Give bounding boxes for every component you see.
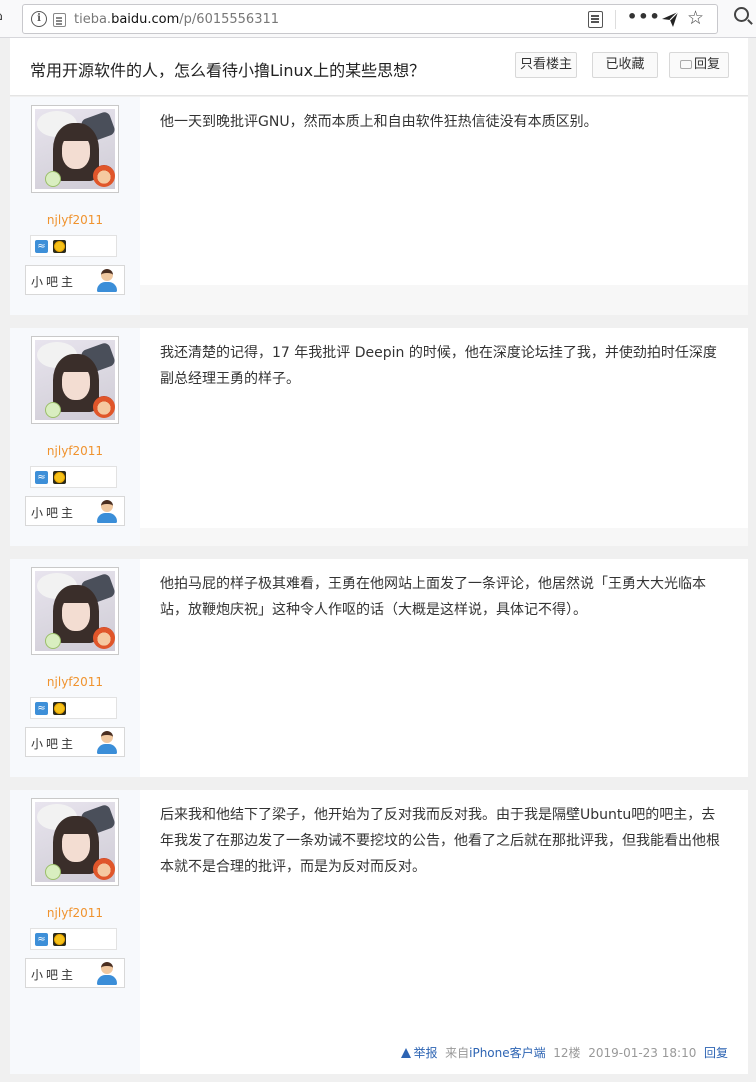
avatar[interactable] [31, 336, 119, 424]
reply-link[interactable]: 回复 [704, 1046, 728, 1060]
url-divider [615, 10, 616, 29]
post-datetime: 2019-01-23 18:10 [588, 1046, 697, 1060]
post: njlyf2011 ≈ 小吧主 后来我和他结下了梁子，他开始为了反对我而反对我。… [10, 790, 748, 1074]
post-content: 他一天到晚批评GNU，然而本质上和自由软件狂热信徒没有本质区别。 [160, 114, 598, 130]
username[interactable]: njlyf2011 [10, 444, 140, 458]
url-text[interactable]: tieba.baidu.com/p/6015556311 [74, 12, 279, 27]
report-link[interactable]: 举报 [401, 1046, 437, 1060]
only-op-button[interactable]: 只看楼主 [515, 52, 577, 78]
post-content: 他拍马屁的样子极其难看，王勇在他网站上面发了一条评论，他居然说「王勇大大光临本站… [160, 576, 706, 618]
more-actions-icon[interactable]: ••• [627, 7, 661, 26]
reply-button-label: 回复 [693, 57, 720, 72]
reader-view-icon[interactable] [588, 11, 603, 28]
floor-number: 12楼 [553, 1046, 581, 1060]
report-label: 举报 [413, 1046, 438, 1060]
role-badge: 小吧主 [25, 727, 125, 757]
role-label: 小吧主 [31, 506, 77, 520]
avatar[interactable] [31, 567, 119, 655]
bookmark-star-icon[interactable]: ☆ [687, 7, 704, 29]
avatar[interactable] [31, 105, 119, 193]
author-sidebar: njlyf2011 ≈ 小吧主 [10, 559, 140, 777]
username[interactable]: njlyf2011 [10, 675, 140, 689]
wave-badge-icon[interactable]: ≈ [35, 240, 48, 253]
badge-row: ≈ [30, 697, 117, 719]
author-sidebar: njlyf2011 ≈ 小吧主 [10, 790, 140, 1074]
post-footer-strip [140, 528, 748, 546]
wave-badge-icon[interactable]: ≈ [35, 933, 48, 946]
reply-button[interactable]: 回复 [669, 52, 729, 78]
reply-bubble-icon [680, 60, 692, 69]
post-content: 后来我和他结下了梁子，他开始为了反对我而反对我。由于我是隔壁Ubuntu吧的吧主… [160, 807, 720, 875]
avatar-image [35, 571, 115, 651]
badge-row: ≈ [30, 466, 117, 488]
post-footer-strip [140, 285, 748, 315]
url-path: /p/6015556311 [179, 12, 280, 27]
author-sidebar: njlyf2011 ≈ 小吧主 [10, 97, 140, 315]
favorited-button[interactable]: 已收藏 [592, 52, 658, 78]
role-badge: 小吧主 [25, 496, 125, 526]
info-icon[interactable]: i [31, 11, 47, 27]
role-badge: 小吧主 [25, 265, 125, 295]
thread-header: 常用开源软件的人，怎么看待小撸Linux上的某些思想？ 只看楼主 已收藏 回复 [10, 38, 748, 96]
sun-badge-icon[interactable] [53, 240, 66, 253]
user-icon [96, 731, 118, 755]
sun-badge-icon[interactable] [53, 471, 66, 484]
source-client-link[interactable]: iPhone客户端 [469, 1046, 546, 1060]
url-prefix: tieba. [74, 12, 112, 27]
source-prefix: 来自 [445, 1046, 470, 1060]
browser-toolbar: ⌂ i tieba.baidu.com/p/6015556311 ••• ☆ [0, 0, 756, 38]
badge-row: ≈ [30, 928, 117, 950]
send-icon[interactable] [660, 9, 680, 29]
wave-badge-icon[interactable]: ≈ [35, 702, 48, 715]
author-sidebar: njlyf2011 ≈ 小吧主 [10, 328, 140, 546]
post: njlyf2011 ≈ 小吧主 他一天到晚批评GNU，然而本质上和自由软件狂热信… [10, 97, 748, 315]
avatar-image [35, 802, 115, 882]
post: njlyf2011 ≈ 小吧主 他拍马屁的样子极其难看，王勇在他网站上面发了一条… [10, 559, 748, 777]
role-label: 小吧主 [31, 968, 77, 982]
avatar-image [35, 109, 115, 189]
user-icon [96, 269, 118, 293]
thread-title: 常用开源软件的人，怎么看待小撸Linux上的某些思想？ [30, 61, 426, 80]
username[interactable]: njlyf2011 [10, 213, 140, 227]
post-content: 我还清楚的记得，17 年我批评 Deepin 的时候，他在深度论坛挂了我，并使劲… [160, 345, 717, 387]
address-bar[interactable]: i tieba.baidu.com/p/6015556311 ••• ☆ [22, 4, 718, 34]
role-label: 小吧主 [31, 275, 77, 289]
post-meta: 举报 来自iPhone客户端 12楼 2019-01-23 18:10 回复 [401, 1044, 728, 1061]
username[interactable]: njlyf2011 [10, 906, 140, 920]
badge-row: ≈ [30, 235, 117, 257]
wave-badge-icon[interactable]: ≈ [35, 471, 48, 484]
user-icon [96, 962, 118, 986]
role-badge: 小吧主 [25, 958, 125, 988]
url-host: baidu.com [111, 12, 180, 27]
sun-badge-icon[interactable] [53, 933, 66, 946]
warning-icon [401, 1048, 412, 1058]
search-icon[interactable] [734, 7, 749, 22]
sun-badge-icon[interactable] [53, 702, 66, 715]
role-label: 小吧主 [31, 737, 77, 751]
post: njlyf2011 ≈ 小吧主 我还清楚的记得，17 年我批评 Deepin 的… [10, 328, 748, 546]
home-icon[interactable]: ⌂ [0, 8, 8, 26]
page-icon [53, 13, 66, 27]
avatar-image [35, 340, 115, 420]
user-icon [96, 500, 118, 524]
avatar[interactable] [31, 798, 119, 886]
